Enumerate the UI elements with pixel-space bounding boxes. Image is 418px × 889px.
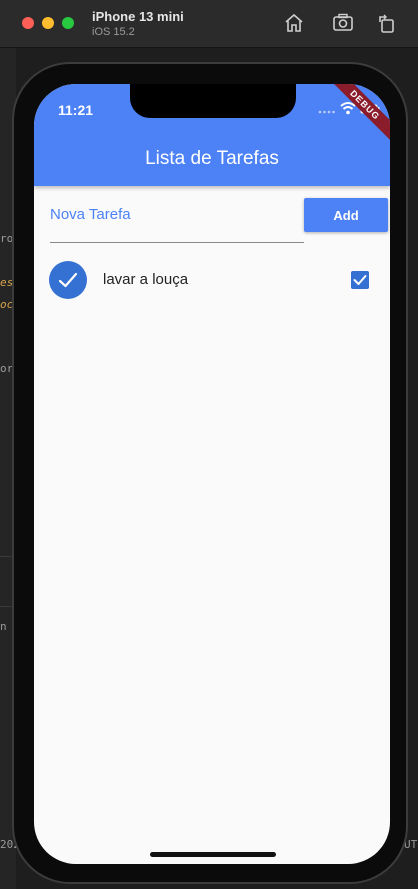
- device-os-version: iOS 15.2: [92, 26, 135, 38]
- task-status-avatar: [49, 261, 87, 299]
- list-item[interactable]: lavar a louça: [34, 260, 390, 316]
- check-icon: [58, 272, 78, 288]
- checkmark-icon: [353, 275, 367, 285]
- page-title: Lista de Tarefas: [145, 148, 279, 169]
- new-task-input[interactable]: [50, 200, 304, 232]
- signal-icon: [318, 110, 335, 114]
- debug-banner: DEBUG: [321, 84, 390, 149]
- background-text: n: [0, 620, 7, 633]
- phone-frame: 11:21 DEBUG Lista de Tarefas Nova Tarefa: [12, 62, 408, 884]
- task-done-checkbox[interactable]: [351, 271, 369, 289]
- phone-notch: [130, 84, 296, 118]
- new-task-underline: [50, 242, 304, 243]
- screenshot-icon[interactable]: [332, 12, 354, 34]
- task-label: lavar a louça: [103, 271, 189, 288]
- device-name: iPhone 13 mini: [92, 9, 184, 24]
- simulator-titlebar: iPhone 13 mini iOS 15.2: [0, 0, 418, 48]
- zoom-window-button[interactable]: [62, 17, 74, 29]
- phone-screen: 11:21 DEBUG Lista de Tarefas Nova Tarefa: [34, 84, 390, 864]
- minimize-window-button[interactable]: [42, 17, 54, 29]
- home-icon[interactable]: [283, 12, 305, 34]
- close-window-button[interactable]: [22, 17, 34, 29]
- add-button[interactable]: Add: [304, 198, 388, 232]
- app-bar: 11:21 DEBUG Lista de Tarefas: [34, 84, 390, 186]
- home-indicator[interactable]: [150, 852, 276, 857]
- status-time: 11:21: [58, 102, 94, 118]
- rotate-icon[interactable]: [376, 12, 398, 34]
